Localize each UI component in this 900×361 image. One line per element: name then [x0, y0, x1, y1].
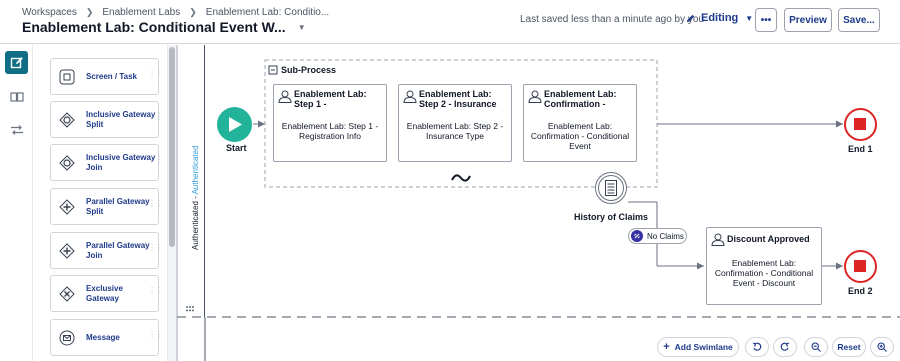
user-task-icon — [403, 90, 417, 103]
task-body: Enablement Lab: Step 2 - Insurance Type — [406, 121, 504, 141]
task-body: Enablement Lab: Confirmation - Condition… — [714, 258, 814, 288]
plus-icon: + — [663, 341, 670, 353]
end2-label: End 2 — [848, 286, 873, 296]
stop-icon — [854, 118, 866, 130]
event-label: History of Claims — [574, 212, 649, 222]
conditional-event[interactable] — [595, 172, 627, 204]
task-title: Enablement Lab: Step 1 - — [294, 89, 367, 109]
zoom-in-button[interactable] — [870, 337, 894, 357]
ad-hoc-marker-icon — [451, 174, 471, 182]
redo-icon — [780, 342, 790, 351]
task-body: Enablement Lab: Step 1 - Registration In… — [281, 121, 379, 141]
end-event-1[interactable] — [844, 108, 877, 141]
end1-label: End 1 — [848, 144, 873, 154]
play-icon — [229, 117, 242, 132]
task-title: Enablement Lab: Confirmation - — [544, 89, 617, 109]
undo-icon — [752, 342, 762, 351]
task-confirmation[interactable]: Enablement Lab: Confirmation - Enablemen… — [523, 84, 637, 162]
end-event-2[interactable] — [844, 250, 877, 283]
task-title: Enablement Lab: Step 2 - Insurance — [419, 89, 497, 109]
user-task-icon — [711, 233, 725, 246]
user-task-icon — [528, 90, 542, 103]
add-swimlane-button[interactable]: + Add Swimlane — [657, 337, 739, 357]
start-label: Start — [226, 143, 247, 153]
diagram-connectors — [176, 45, 900, 361]
start-event[interactable] — [217, 107, 252, 142]
task-step-2[interactable]: Enablement Lab: Step 2 - Insurance Enabl… — [398, 84, 512, 162]
task-body: Enablement Lab: Confirmation - Condition… — [530, 121, 630, 151]
add-swimlane-label: Add Swimlane — [674, 342, 733, 352]
task-discount-approved[interactable]: Discount Approved Enablement Lab: Confir… — [706, 227, 822, 305]
conditional-document-icon — [605, 180, 617, 196]
condition-label: No Claims — [647, 231, 684, 241]
zoom-in-icon — [877, 342, 887, 352]
redo-button[interactable] — [773, 337, 797, 357]
task-step-1[interactable]: Enablement Lab: Step 1 - Enablement Lab:… — [273, 84, 387, 162]
link-icon — [631, 230, 643, 242]
user-task-icon — [278, 90, 292, 103]
task-title: Discount Approved — [727, 234, 810, 244]
undo-button[interactable] — [745, 337, 769, 357]
condition-badge[interactable]: No Claims — [628, 228, 687, 244]
zoom-out-button[interactable] — [804, 337, 828, 357]
zoom-out-icon — [811, 342, 821, 352]
reset-zoom-button[interactable]: Reset — [832, 337, 866, 357]
subprocess-label: Sub-Process — [281, 65, 337, 75]
stop-icon — [854, 260, 866, 272]
